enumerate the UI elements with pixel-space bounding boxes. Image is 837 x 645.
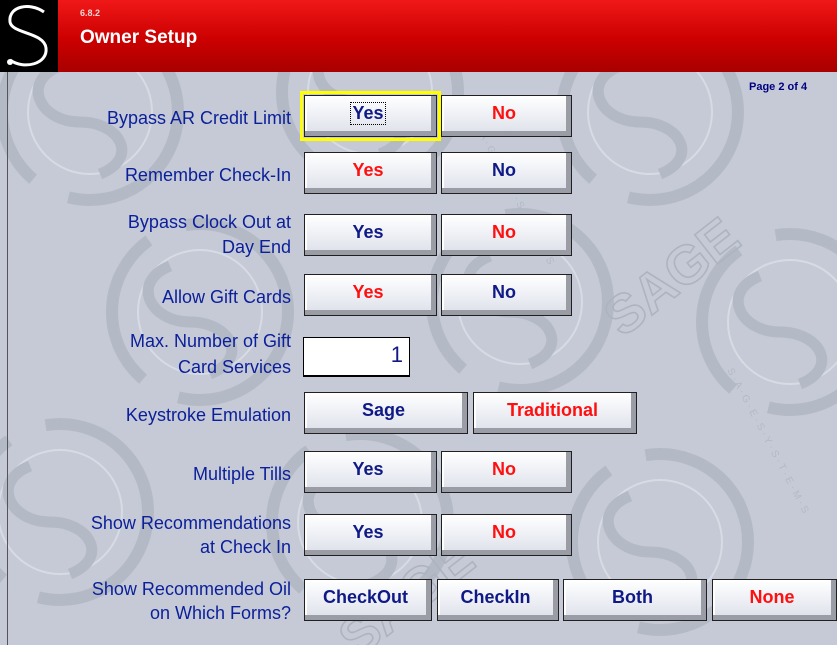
bypass-ar-credit-limit-label: Bypass AR Credit Limit [106,108,291,128]
remember-check-in-label: Remember Check-In [124,165,291,185]
left-border [7,72,8,645]
max-gift-card-services-label-line1: Max. Number of Gift [129,331,291,351]
show-recommended-oil-label-line2: on Which Forms? [149,603,291,623]
page-indicator: Page 2 of 4 [749,81,808,93]
show-recommendations-no-button[interactable]: No [441,514,572,556]
allow-gift-cards-yes-button[interactable]: Yes [304,274,437,316]
keystroke-sage-button[interactable]: Sage [304,392,468,434]
owner-setup-window: 6.8.2 Owner Setup SAGE SAGE S · A · G · … [0,0,837,645]
bypass-ar-yes-label: Yes [350,102,386,125]
multiple-tills-label: Multiple Tills [192,464,291,484]
remember-check-in-yes-button[interactable]: Yes [304,152,437,194]
version-label: 6.8.2 [80,8,101,18]
max-gift-card-services-label-line2: Card Services [177,357,291,377]
show-recommendations-label-line2: at Check In [199,537,291,557]
allow-gift-cards-no-button[interactable]: No [441,274,572,316]
bypass-clock-out-label-line2: Day End [221,237,291,257]
show-recommended-oil-label-line1: Show Recommended Oil [91,579,291,599]
page-title: Owner Setup [80,27,198,48]
oil-forms-checkout-button[interactable]: CheckOut [304,579,432,621]
remember-check-in-no-button[interactable]: No [441,152,572,194]
title-bar: 6.8.2 Owner Setup [0,0,837,72]
input-underline [303,376,410,377]
keystroke-traditional-button[interactable]: Traditional [473,392,637,434]
sage-logo-icon [0,0,58,72]
max-gift-card-services-input[interactable]: 1 [303,337,410,376]
keystroke-emulation-label: Keystroke Emulation [125,405,291,425]
multiple-tills-no-button[interactable]: No [441,451,572,493]
bypass-clock-out-label-line1: Bypass Clock Out at [127,212,291,232]
oil-forms-none-button[interactable]: None [712,579,837,621]
allow-gift-cards-label: Allow Gift Cards [161,287,291,307]
show-recommendations-label-line1: Show Recommendations [90,513,291,533]
bypass-clock-out-no-button[interactable]: No [441,214,572,256]
svg-text:SAGE: SAGE [593,206,751,348]
bypass-ar-no-button[interactable]: No [441,95,572,137]
bypass-ar-yes-button[interactable]: Yes [300,91,441,141]
multiple-tills-yes-button[interactable]: Yes [304,451,437,493]
oil-forms-both-button[interactable]: Both [563,579,707,621]
show-recommendations-yes-button[interactable]: Yes [304,514,437,556]
bypass-clock-out-yes-button[interactable]: Yes [304,214,437,256]
oil-forms-checkin-button[interactable]: CheckIn [437,579,559,621]
